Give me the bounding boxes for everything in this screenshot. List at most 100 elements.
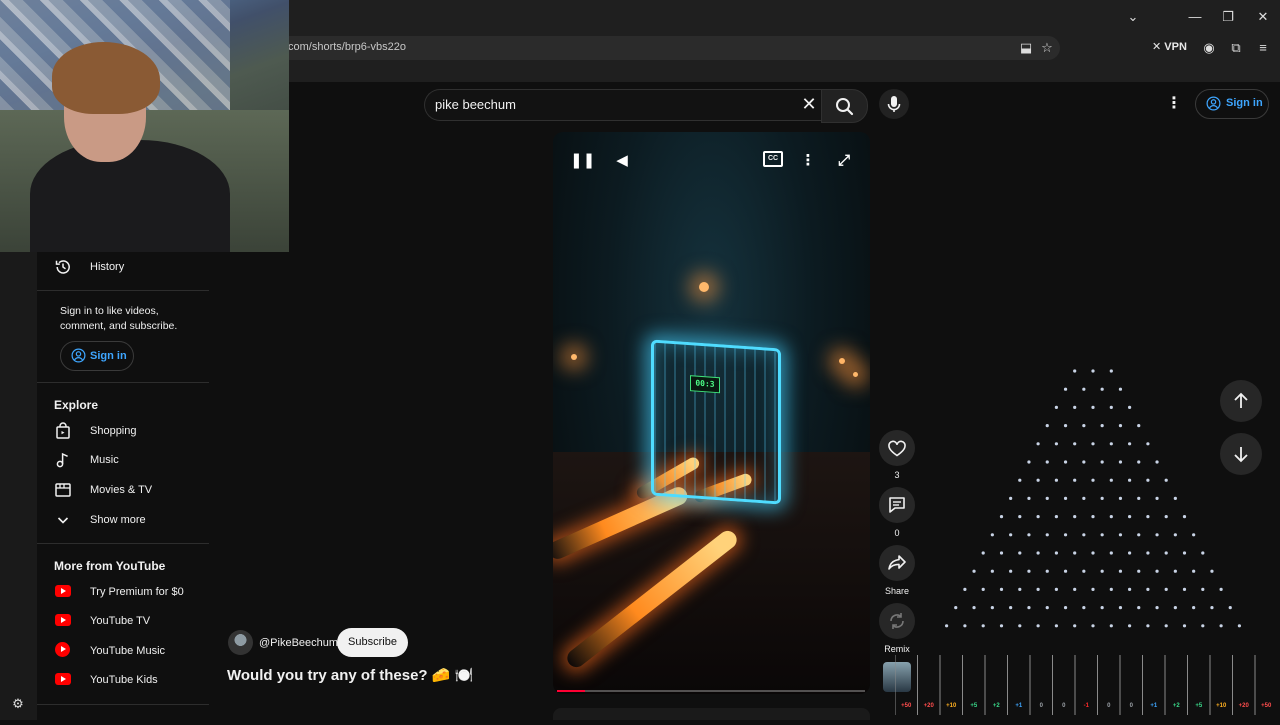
shorts-video-player[interactable]: 00:3 ❚❚ ◀ CC ⋮ ⤢ xyxy=(553,132,870,694)
plinko-slot-label: +5 xyxy=(1195,703,1203,709)
extensions-icon[interactable]: ⧉ xyxy=(1227,39,1245,57)
voice-search-button[interactable] xyxy=(879,89,909,119)
plinko-peg xyxy=(999,551,1004,555)
pause-icon[interactable]: ❚❚ xyxy=(570,149,595,173)
browser-menu-icon[interactable]: ≡ xyxy=(1254,39,1272,57)
player-more-icon[interactable]: ⋮ xyxy=(796,149,820,173)
profile-icon[interactable]: ◉ xyxy=(1200,39,1218,57)
plinko-peg xyxy=(1073,551,1077,555)
plinko-peg xyxy=(1118,496,1123,500)
plinko-peg xyxy=(1128,515,1132,519)
settings-more-icon[interactable]: ⋮ xyxy=(1165,94,1183,114)
sidebar-item-history[interactable]: History xyxy=(37,253,209,281)
plinko-peg xyxy=(1137,424,1141,428)
plinko-peg xyxy=(1146,442,1150,446)
plinko-slot-label: +20 xyxy=(1239,703,1250,709)
plinko-peg xyxy=(981,587,985,591)
subscribe-button[interactable]: Subscribe xyxy=(337,628,408,657)
address-url[interactable]: com/shorts/brp6-vbs22o xyxy=(288,41,406,53)
sidebar-item-shopping[interactable]: Shopping xyxy=(37,417,209,445)
sidebar-item-youtube-tv[interactable]: YouTube TV xyxy=(37,607,209,635)
plinko-peg xyxy=(1027,606,1031,610)
plinko-peg xyxy=(1128,405,1132,409)
close-window-icon[interactable]: ✕ xyxy=(1254,8,1272,26)
plinko-peg xyxy=(1091,369,1095,373)
sidebar-item-music[interactable]: Music xyxy=(37,446,209,474)
plinko-peg xyxy=(1137,533,1141,537)
more-from-youtube-heading: More from YouTube xyxy=(54,559,166,573)
plinko-peg xyxy=(1192,533,1196,537)
search-button[interactable] xyxy=(821,89,868,123)
plinko-peg xyxy=(1182,515,1187,519)
video-progress-bar[interactable] xyxy=(557,690,865,692)
plinko-peg xyxy=(1063,424,1068,428)
plinko-slot-label: +1 xyxy=(1150,703,1158,709)
restore-window-icon[interactable]: ❐ xyxy=(1219,8,1237,26)
plinko-board-overlay: +50 +20 +10 +5 +2 +1 0 0 -1 0 0 +1 +2 +5 +10 +20 +50 xyxy=(894,365,1280,720)
sidebar-item-label: Try Premium for $0 xyxy=(90,586,184,598)
plinko-peg xyxy=(1201,587,1205,591)
plinko-peg xyxy=(1027,460,1031,464)
plinko-peg xyxy=(1073,587,1077,591)
plinko-peg xyxy=(1100,606,1104,610)
plinko-peg xyxy=(1091,405,1095,409)
plinko-slot-label: +20 xyxy=(924,703,935,709)
explore-heading: Explore xyxy=(54,398,99,412)
plinko-peg xyxy=(1128,478,1132,482)
sidebar-item-label: YouTube TV xyxy=(90,615,151,627)
minimize-icon[interactable]: — xyxy=(1186,8,1204,26)
install-app-icon[interactable]: ⬓ xyxy=(1017,39,1035,57)
settings-gear-icon[interactable]: ⚙ xyxy=(9,695,27,713)
sign-in-label: Sign in xyxy=(1226,97,1263,109)
plinko-peg xyxy=(1082,460,1086,464)
sidebar-item-youtube-music[interactable]: YouTube Music xyxy=(37,637,209,665)
sidebar-item-movies-tv[interactable]: Movies & TV xyxy=(37,476,209,504)
plinko-peg xyxy=(972,569,976,573)
plinko-peg xyxy=(1128,587,1132,591)
volume-icon[interactable]: ◀ xyxy=(610,149,634,173)
plinko-peg xyxy=(1118,533,1123,537)
plinko-peg xyxy=(1164,551,1168,555)
vpn-badge[interactable]: ✕ VPN xyxy=(1152,40,1187,53)
sign-in-button[interactable]: Sign in xyxy=(1195,89,1269,119)
plinko-peg xyxy=(1137,460,1141,464)
chevron-down-icon xyxy=(57,517,69,524)
plinko-peg xyxy=(1054,551,1058,555)
music-note-icon xyxy=(56,452,68,468)
plinko-peg xyxy=(1182,624,1187,628)
youtube-premium-icon xyxy=(55,585,71,597)
channel-name[interactable]: @PikeBeechum xyxy=(259,637,338,649)
next-short-preview[interactable] xyxy=(553,708,870,720)
sidebar-item-premium[interactable]: Try Premium for $0 xyxy=(37,578,209,606)
neon-cart-graphic: 00:3 xyxy=(651,339,781,505)
plinko-peg xyxy=(1109,515,1113,519)
tab-search-chevron-icon[interactable]: ⌄ xyxy=(1124,8,1142,26)
sidebar-item-show-more[interactable]: Show more xyxy=(37,506,209,534)
sidebar-item-youtube-kids[interactable]: YouTube Kids xyxy=(37,666,209,694)
plinko-slot-label: +10 xyxy=(1216,703,1227,709)
plinko-peg xyxy=(1082,424,1086,428)
short-title: Would you try any of these? 🧀 🍽️ xyxy=(227,667,474,684)
plinko-peg xyxy=(1146,478,1150,482)
plinko-peg xyxy=(1009,569,1013,573)
mini-guide-strip xyxy=(0,252,37,720)
plinko-slot-label: +1 xyxy=(1015,703,1023,709)
channel-avatar[interactable] xyxy=(228,630,253,655)
fullscreen-icon[interactable]: ⤢ xyxy=(832,149,856,173)
bookmark-star-icon[interactable]: ☆ xyxy=(1038,39,1056,57)
clear-search-icon[interactable]: ✕ xyxy=(800,94,818,114)
plinko-peg xyxy=(1146,587,1150,591)
youtube-tv-icon xyxy=(55,614,71,626)
plinko-peg xyxy=(1137,496,1141,500)
plinko-peg xyxy=(1091,587,1095,591)
plinko-peg xyxy=(1073,624,1077,628)
plinko-peg xyxy=(1091,515,1095,519)
closed-captions-icon[interactable]: CC xyxy=(763,151,783,167)
plinko-peg xyxy=(990,569,994,573)
plinko-slot-label: 0 xyxy=(1130,703,1134,709)
sidebar-sign-in-button[interactable]: Sign in xyxy=(60,341,134,371)
search-input[interactable]: pike beechum xyxy=(435,97,516,112)
plinko-peg xyxy=(1054,442,1058,446)
sign-in-message: Sign in to like videos, comment, and sub… xyxy=(60,305,178,332)
plinko-peg xyxy=(1100,569,1104,573)
